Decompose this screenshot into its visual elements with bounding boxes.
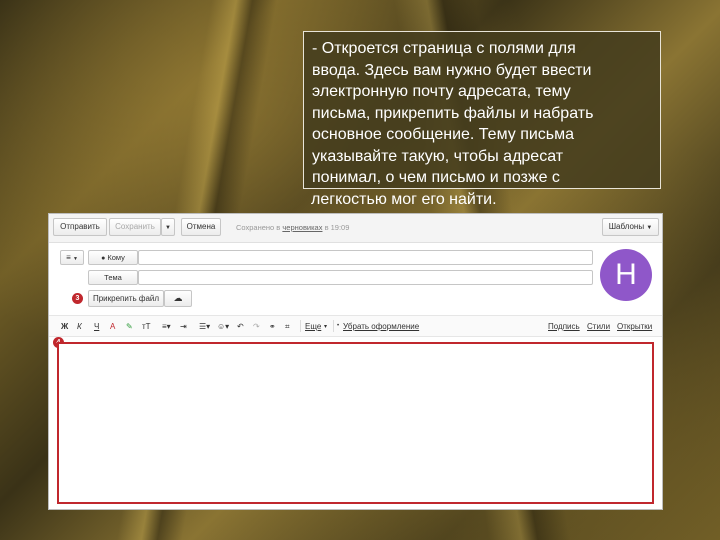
chevron-down-icon: ▼	[72, 256, 78, 262]
templates-button[interactable]: Шаблоны ▼	[602, 218, 659, 236]
styles-link[interactable]: Стили	[587, 322, 610, 331]
send-button[interactable]: Отправить	[53, 218, 107, 236]
spellcheck-icon[interactable]: ⌗	[285, 322, 290, 332]
highlight-icon[interactable]: ✎	[126, 322, 133, 331]
compose-toolbar: Отправить Сохранить ▼ Отмена Сохранено в…	[49, 214, 662, 243]
to-label: Кому	[107, 253, 125, 262]
field-menu-button[interactable]: ≡ ▼	[60, 250, 84, 265]
saved-prefix: Сохранено в	[236, 223, 283, 232]
clear-format-icon: •	[337, 323, 340, 329]
save-dropdown-button[interactable]: ▼	[161, 218, 175, 236]
align-icon[interactable]: ≡▾	[162, 322, 171, 331]
chevron-down-icon: ▾	[324, 324, 328, 330]
signature-link[interactable]: Подпись	[548, 322, 580, 331]
underline-button[interactable]: Ч	[94, 322, 99, 331]
format-toolbar: Ж К Ч А ✎ тТ ≡▾ ⇥ ☰▾ ☺▾ ↶ ↷ ⚭ ⌗ Еще ▾ • …	[49, 315, 662, 337]
toolbar-divider	[300, 320, 301, 332]
clear-format-link[interactable]: Убрать оформление	[343, 322, 419, 331]
subject-label: Тема	[88, 270, 138, 285]
marker-3: 3	[72, 293, 83, 304]
message-body-editor[interactable]	[57, 342, 654, 504]
redo-icon[interactable]: ↷	[253, 322, 260, 331]
caption-line: письма, прикрепить файлы и набрать	[312, 104, 594, 122]
chevron-down-icon: ▼	[165, 225, 171, 231]
subject-field[interactable]	[138, 270, 593, 285]
list-icon[interactable]: ☰▾	[199, 322, 210, 331]
templates-label: Шаблоны	[608, 222, 645, 231]
caption-line: ввода. Здесь вам нужно будет ввести	[312, 61, 592, 79]
saved-status: Сохранено в черновиках в 19:09	[236, 223, 349, 232]
caption-line: основное сообщение. Тему письма	[312, 126, 575, 143]
caption-overflow-line: легкостью мог его найти.	[311, 191, 497, 208]
caption-line: указывайте такую, чтобы адресат	[312, 147, 564, 165]
italic-button[interactable]: К	[77, 322, 82, 331]
bold-button[interactable]: Ж	[61, 322, 68, 331]
cloud-icon: ☁	[173, 293, 183, 303]
attach-file-button[interactable]: Прикрепить файл	[88, 290, 164, 307]
save-button[interactable]: Сохранить	[109, 218, 161, 236]
text-color-button[interactable]: А	[110, 322, 115, 331]
indent-icon[interactable]: ⇥	[180, 322, 187, 331]
caption-line: понимал, о чем письмо и позже с	[312, 169, 560, 186]
avatar[interactable]: H	[600, 249, 652, 301]
saved-time: в 19:09	[322, 223, 350, 232]
more-menu[interactable]: Еще	[305, 322, 321, 331]
caption-box: - Откроется страница с полями для ввода.…	[303, 31, 661, 189]
email-compose-screenshot: Отправить Сохранить ▼ Отмена Сохранено в…	[48, 213, 663, 510]
cloud-attach-button[interactable]: ☁	[164, 290, 192, 307]
link-icon[interactable]: ⚭	[269, 322, 276, 331]
chevron-down-icon: ▼	[646, 225, 653, 231]
person-icon: ●	[101, 255, 106, 262]
caption-line: - Откроется страница с полями для	[312, 40, 576, 57]
toolbar-divider	[333, 320, 334, 332]
drafts-link[interactable]: черновиках	[282, 223, 322, 232]
undo-icon[interactable]: ↶	[237, 322, 244, 331]
list-menu-icon: ≡	[66, 253, 71, 262]
to-field[interactable]	[138, 250, 593, 265]
caption-line: электронную почту адресата, тему	[312, 83, 571, 100]
postcards-link[interactable]: Открытки	[617, 322, 652, 331]
to-label-button[interactable]: ● Кому	[88, 250, 138, 265]
emoji-icon[interactable]: ☺▾	[217, 322, 229, 331]
font-size-button[interactable]: тТ	[142, 322, 151, 331]
cancel-button[interactable]: Отмена	[181, 218, 221, 236]
